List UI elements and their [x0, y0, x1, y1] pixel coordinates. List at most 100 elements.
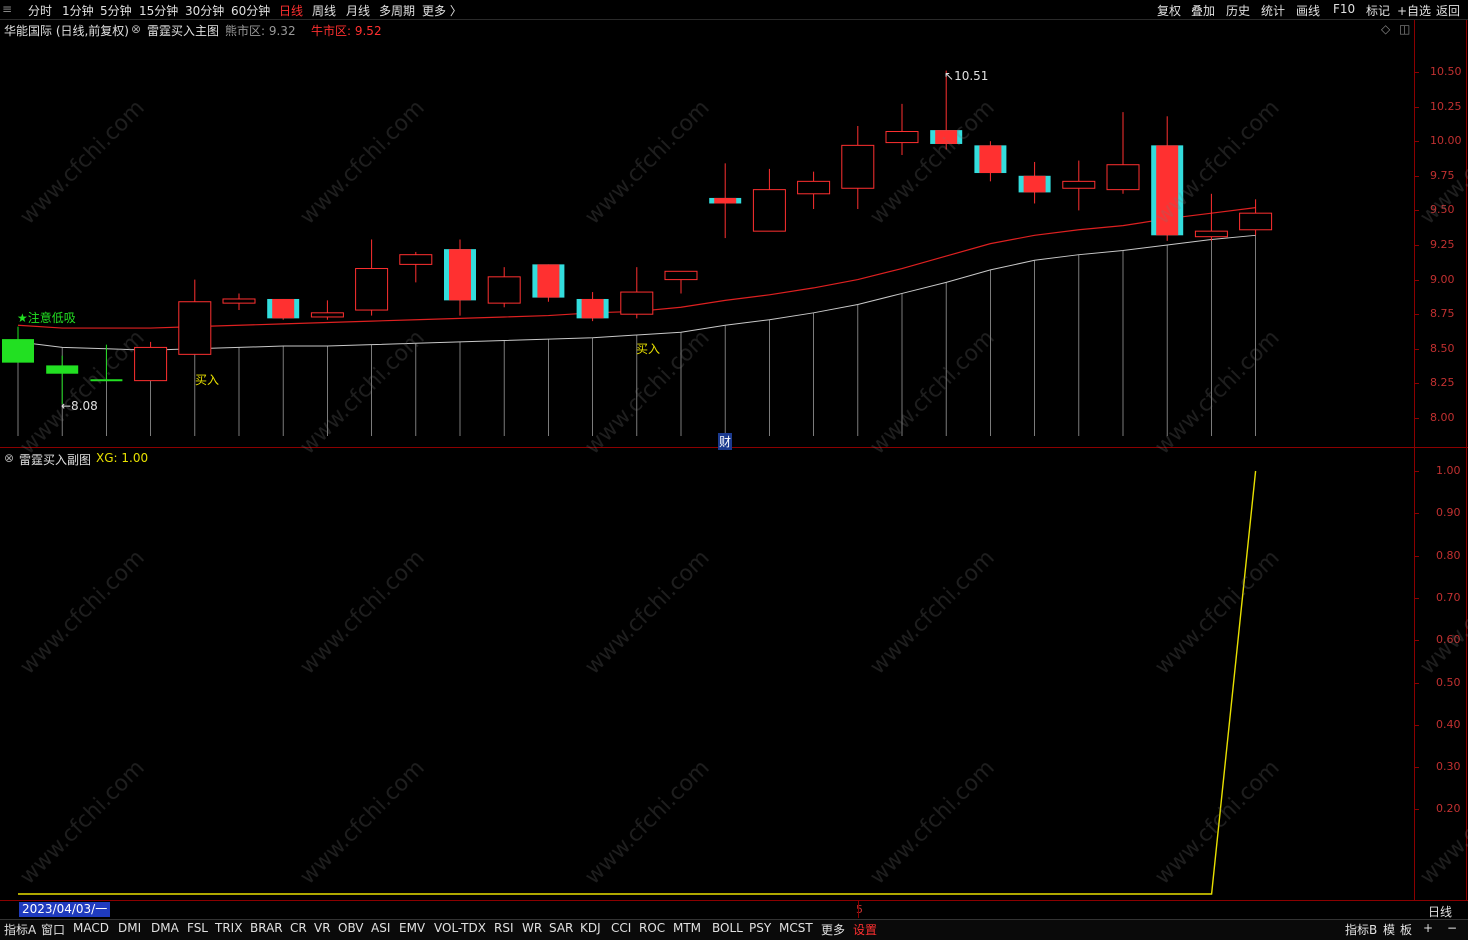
- indicator-tab[interactable]: SAR: [549, 921, 573, 935]
- period-multi[interactable]: 多周期: [379, 2, 415, 19]
- candle[interactable]: [1194, 193, 1228, 241]
- period-60min[interactable]: 60分钟: [231, 2, 270, 19]
- candle-body: [714, 197, 737, 204]
- candle[interactable]: [709, 163, 742, 239]
- price-tick: [1414, 383, 1419, 385]
- indicator-tab[interactable]: OBV: [338, 921, 364, 935]
- indicator-tab[interactable]: VOL-TDX: [434, 921, 486, 935]
- candle-body: [487, 276, 521, 304]
- indicator-tab[interactable]: ROC: [639, 921, 665, 935]
- candle[interactable]: [1018, 161, 1051, 204]
- price-tick: [1414, 72, 1419, 73]
- back-button[interactable]: 返回: [1436, 2, 1460, 19]
- price-tick-label: 10.50: [1430, 65, 1462, 78]
- candle[interactable]: [576, 292, 609, 322]
- bottom-right-control[interactable]: 板: [1400, 921, 1412, 938]
- indicator-tab[interactable]: PSY: [749, 921, 771, 935]
- sub-tick-label: 0.20: [1436, 802, 1461, 816]
- period-30min[interactable]: 30分钟: [185, 2, 224, 19]
- indicator-tab[interactable]: MACD: [73, 921, 109, 935]
- candle[interactable]: [222, 293, 256, 311]
- period-label[interactable]: 日线: [1428, 903, 1452, 920]
- indicator-tab[interactable]: 设置: [853, 921, 877, 938]
- menu-icon[interactable]: ≡: [2, 2, 12, 16]
- candle[interactable]: [1062, 160, 1096, 211]
- candle[interactable]: [178, 279, 212, 355]
- add-favorite-button[interactable]: +自选: [1397, 2, 1431, 19]
- stats-button[interactable]: 统计: [1261, 2, 1285, 19]
- candle[interactable]: [2, 326, 34, 363]
- period-weekly[interactable]: 周线: [312, 2, 336, 19]
- candle[interactable]: [1106, 112, 1140, 194]
- candle[interactable]: [797, 171, 831, 210]
- candle[interactable]: [267, 298, 300, 320]
- candle[interactable]: [532, 264, 565, 302]
- indicator-tab[interactable]: RSI: [494, 921, 514, 935]
- period-15min[interactable]: 15分钟: [139, 2, 178, 19]
- indicator-tab[interactable]: 更多: [821, 921, 845, 938]
- indicator-tab[interactable]: KDJ: [580, 921, 601, 935]
- indicator-toggle-icon[interactable]: ⊗: [131, 22, 141, 36]
- window-icon[interactable]: ◫: [1399, 22, 1410, 36]
- overlay-button[interactable]: 叠加: [1191, 2, 1215, 19]
- candle[interactable]: [841, 125, 875, 210]
- indicator-tab[interactable]: MCST: [779, 921, 813, 935]
- candle[interactable]: [487, 267, 521, 308]
- period-monthly[interactable]: 月线: [346, 2, 370, 19]
- fuquan-button[interactable]: 复权: [1157, 2, 1181, 19]
- candle[interactable]: [355, 239, 389, 316]
- draw-button[interactable]: 画线: [1296, 2, 1320, 19]
- candle[interactable]: [1151, 116, 1184, 241]
- indicator-tab[interactable]: MTM: [673, 921, 701, 935]
- price-tick: [1414, 141, 1419, 143]
- f10-button[interactable]: F10: [1333, 2, 1355, 16]
- indicator-tab[interactable]: TRIX: [215, 921, 242, 935]
- diamond-icon[interactable]: ◇: [1381, 22, 1390, 36]
- indicator-tab[interactable]: CCI: [611, 921, 631, 935]
- candle[interactable]: [444, 239, 476, 316]
- indicator-tab[interactable]: DMI: [118, 921, 141, 935]
- bottom-right-control[interactable]: 模: [1383, 921, 1395, 938]
- indicator-tab[interactable]: BRAR: [250, 921, 283, 935]
- candle[interactable]: [310, 300, 344, 320]
- sub-tick: [1414, 471, 1419, 472]
- bottom-right-control[interactable]: −: [1447, 921, 1457, 935]
- xg-line: [18, 470, 1257, 895]
- candle-body: [222, 298, 256, 304]
- candle[interactable]: [752, 168, 786, 232]
- indicator-tab[interactable]: FSL: [187, 921, 208, 935]
- candle[interactable]: [620, 267, 654, 319]
- bottom-right-control[interactable]: +: [1423, 921, 1433, 935]
- candle[interactable]: [46, 355, 79, 405]
- price-tick-label: 8.00: [1430, 411, 1455, 424]
- period-5min[interactable]: 5分钟: [100, 2, 132, 19]
- candle[interactable]: [399, 251, 433, 283]
- period-fenshi[interactable]: 分时: [28, 2, 52, 19]
- history-button[interactable]: 历史: [1226, 2, 1250, 19]
- candle[interactable]: [1239, 199, 1273, 236]
- indicator-tab[interactable]: EMV: [399, 921, 425, 935]
- indicator-tab[interactable]: CR: [290, 921, 307, 935]
- period-more[interactable]: 更多 〉: [422, 2, 462, 19]
- candle-body: [399, 254, 433, 265]
- indicator-tab[interactable]: WR: [522, 921, 542, 935]
- candle[interactable]: [134, 341, 168, 382]
- mark-button[interactable]: 标记: [1366, 2, 1390, 19]
- indicator-tab[interactable]: DMA: [151, 921, 179, 935]
- bottom-right-control[interactable]: 指标B: [1345, 921, 1377, 938]
- sub-line-chart[interactable]: [0, 449, 1414, 899]
- indicator-tab[interactable]: 指标A: [4, 921, 36, 938]
- finance-marker[interactable]: 财: [718, 433, 733, 450]
- main-indicator-name[interactable]: 雷霆买入主图: [147, 22, 219, 39]
- candle[interactable]: [664, 270, 698, 294]
- candle[interactable]: [974, 141, 1007, 182]
- price-tick: [1414, 106, 1419, 108]
- candle[interactable]: [885, 103, 919, 156]
- period-1min[interactable]: 1分钟: [62, 2, 94, 19]
- candle[interactable]: [90, 344, 123, 382]
- period-daily[interactable]: 日线: [279, 2, 303, 19]
- indicator-tab[interactable]: VR: [314, 921, 331, 935]
- indicator-tab[interactable]: ASI: [371, 921, 390, 935]
- indicator-tab[interactable]: 窗口: [41, 921, 65, 938]
- indicator-tab[interactable]: BOLL: [712, 921, 743, 935]
